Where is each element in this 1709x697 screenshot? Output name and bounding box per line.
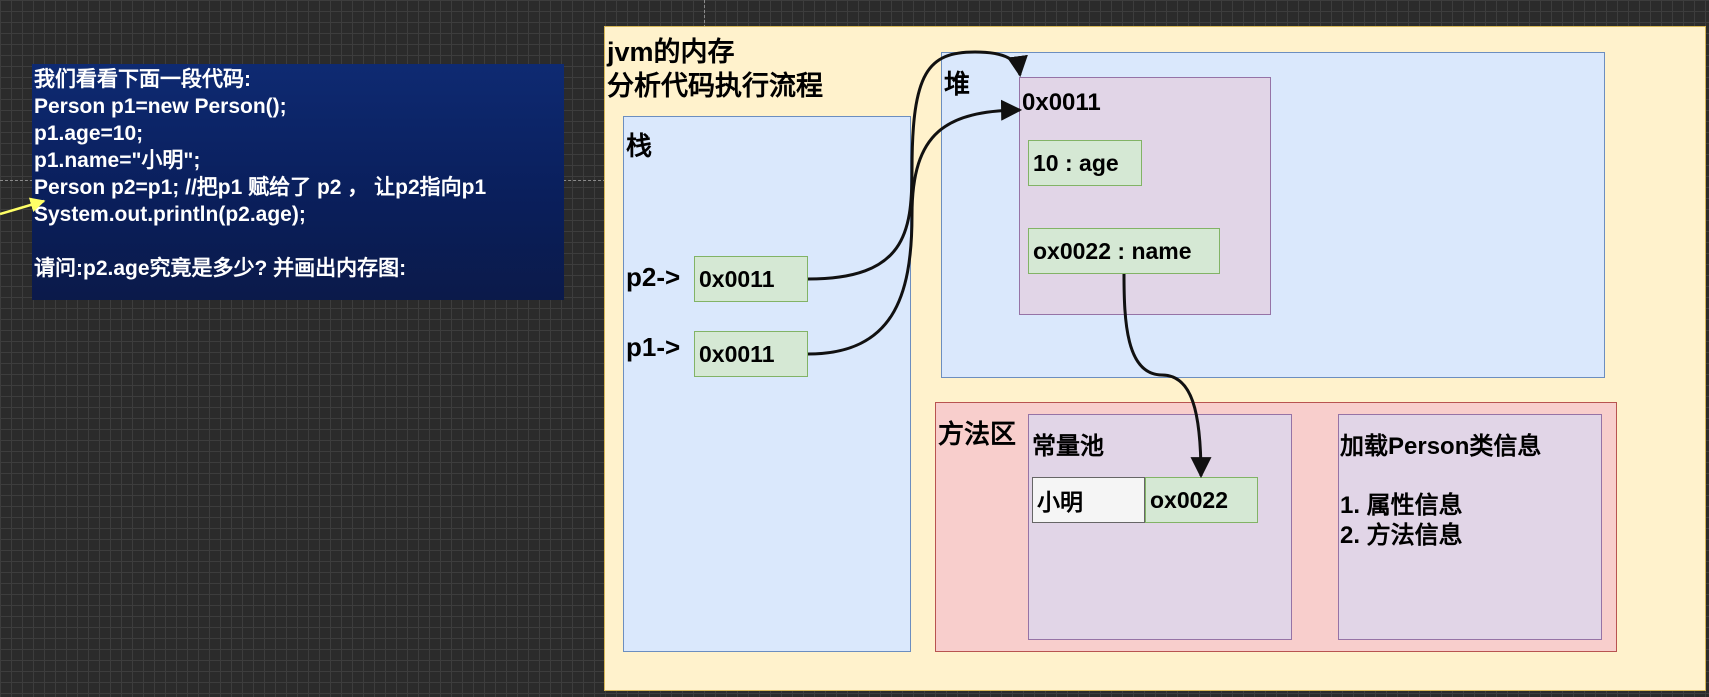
code-line: System.out.println(p2.age);	[34, 203, 306, 226]
p2-value-cell[interactable]: 0x0011	[694, 256, 808, 302]
string-value-cell[interactable]: 小明	[1032, 477, 1145, 523]
name-field-cell[interactable]: ox0022 : name	[1028, 228, 1220, 274]
code-line: p1.age=10;	[34, 122, 144, 145]
class-info-item: 2. 方法信息	[1340, 522, 1463, 549]
p2-pointer-label: p2->	[626, 262, 681, 292]
code-panel: 我们看看下面一段代码: Person p1=new Person(); p1.a…	[32, 64, 564, 300]
guide-line-vertical	[704, 0, 705, 28]
constant-pool-label: 常量池	[1032, 433, 1104, 460]
age-field-cell[interactable]: 10 : age	[1028, 140, 1142, 186]
stack-region[interactable]	[623, 116, 911, 652]
code-line: 请问:p2.age究竟是多少? 并画出内存图:	[34, 257, 407, 280]
diagram-title-line1: jvm的内存	[607, 37, 735, 67]
p1-value-cell[interactable]: 0x0011	[694, 331, 808, 377]
code-line: Person p1=new Person();	[34, 95, 287, 118]
heap-label: 堆	[944, 69, 971, 99]
object-address-label: 0x0011	[1022, 89, 1101, 116]
diagram-title-line2: 分析代码执行流程	[607, 71, 823, 101]
code-line: Person p2=p1; //把p1 赋给了 p2 ， 让p2指向p1	[34, 176, 487, 199]
p1-pointer-label: p1->	[626, 332, 681, 362]
string-address-cell[interactable]: ox0022	[1145, 477, 1258, 523]
stack-label: 栈	[626, 131, 653, 161]
method-area-label: 方法区	[938, 419, 1017, 449]
class-info-label: 加载Person类信息	[1340, 433, 1542, 460]
code-line: 我们看看下面一段代码:	[34, 68, 251, 91]
code-line: p1.name="小明";	[34, 149, 201, 172]
